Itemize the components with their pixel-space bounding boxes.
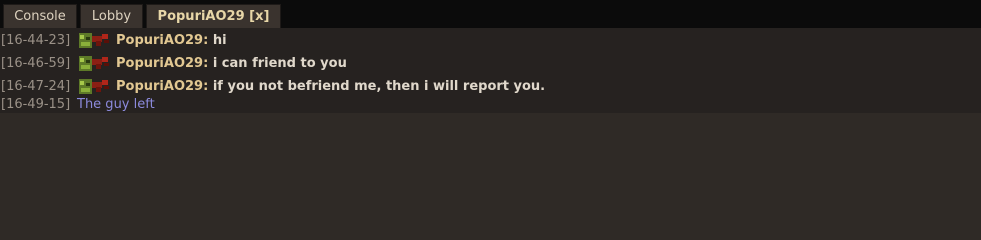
message-timestamp: [16-47-24] [1,79,71,94]
dinosaur-avatar-icon [79,56,109,71]
dinosaur-avatar-icon [79,33,109,48]
message-text: if you not befriend me, then i will repo… [212,79,546,94]
chat-empty-area [0,113,981,240]
tab-lobby[interactable]: Lobby [80,4,143,28]
tab-console[interactable]: Console [3,4,77,28]
message-timestamp: [16-44-23] [1,33,71,48]
message-timestamp: [16-49-15] [1,97,71,112]
message-text: hi [212,33,227,48]
dinosaur-avatar-icon [79,79,109,94]
chat-tab-bar: Console Lobby PopuriAO29 [x] [0,0,981,28]
sender-name[interactable]: PopuriAO29: [116,56,208,71]
message-text: i can friend to you [212,56,347,71]
system-message-text: The guy left [77,97,155,112]
message-timestamp: [16-46-59] [1,56,71,71]
chat-log: [16-44-23] PopuriAO29: hi [16-46-59] Pop… [0,28,981,113]
sender-name[interactable]: PopuriAO29: [116,33,208,48]
tab-private-chat[interactable]: PopuriAO29 [x] [146,4,281,28]
sender-name[interactable]: PopuriAO29: [116,79,208,94]
